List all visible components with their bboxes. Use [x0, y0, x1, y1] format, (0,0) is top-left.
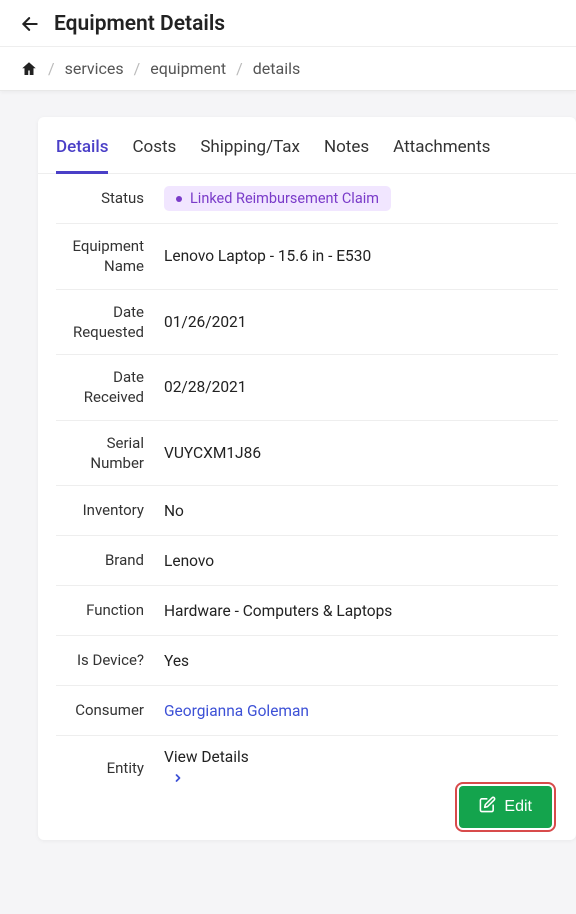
edit-button-label: Edit: [504, 798, 532, 816]
tab-notes[interactable]: Notes: [324, 137, 369, 173]
label-brand: Brand: [56, 550, 148, 570]
status-text: Linked Reimbursement Claim: [190, 190, 379, 207]
chevron-right-icon[interactable]: [164, 770, 249, 788]
value-date-received: 02/28/2021: [148, 378, 246, 396]
label-entity: Entity: [56, 758, 148, 778]
edit-button[interactable]: Edit: [459, 786, 552, 828]
tabs: Details Costs Shipping/Tax Notes Attachm…: [38, 117, 576, 174]
value-brand: Lenovo: [148, 552, 214, 570]
label-function: Function: [56, 600, 148, 620]
label-date-received: Date Received: [56, 367, 148, 408]
edit-icon: [479, 796, 496, 818]
label-inventory: Inventory: [56, 500, 148, 520]
home-icon[interactable]: [20, 60, 38, 78]
breadcrumb-separator: /: [134, 59, 141, 78]
details-card: Details Costs Shipping/Tax Notes Attachm…: [38, 117, 576, 840]
breadcrumb-details[interactable]: details: [253, 59, 300, 78]
breadcrumb-services[interactable]: services: [65, 59, 124, 78]
status-dot-icon: [176, 196, 182, 202]
breadcrumb: / services / equipment / details: [0, 47, 576, 91]
value-equipment-name: Lenovo Laptop - 15.6 in - E530: [148, 247, 371, 265]
value-function: Hardware - Computers & Laptops: [148, 602, 392, 620]
value-serial-number: VUYCXM1J86: [148, 444, 261, 462]
tab-costs[interactable]: Costs: [132, 137, 176, 173]
tab-details[interactable]: Details: [56, 137, 108, 173]
value-date-requested: 01/26/2021: [148, 313, 246, 331]
value-entity-link[interactable]: View Details: [164, 748, 249, 766]
breadcrumb-equipment[interactable]: equipment: [150, 59, 226, 78]
value-is-device: Yes: [148, 652, 189, 670]
status-badge: Linked Reimbursement Claim: [164, 186, 391, 211]
page-title: Equipment Details: [54, 12, 225, 36]
breadcrumb-separator: /: [48, 59, 55, 78]
breadcrumb-separator: /: [236, 59, 243, 78]
label-equipment-name: Equipment Name: [56, 236, 148, 277]
label-is-device: Is Device?: [56, 650, 148, 670]
tab-shipping[interactable]: Shipping/Tax: [200, 137, 300, 173]
label-status: Status: [56, 188, 148, 208]
label-serial-number: Serial Number: [56, 433, 148, 474]
back-arrow-icon[interactable]: [20, 14, 40, 34]
label-date-requested: Date Requested: [56, 302, 148, 343]
tab-attachments[interactable]: Attachments: [393, 137, 490, 173]
value-consumer-link[interactable]: Georgianna Goleman: [148, 702, 309, 720]
label-consumer: Consumer: [56, 700, 148, 720]
value-inventory: No: [148, 502, 184, 520]
